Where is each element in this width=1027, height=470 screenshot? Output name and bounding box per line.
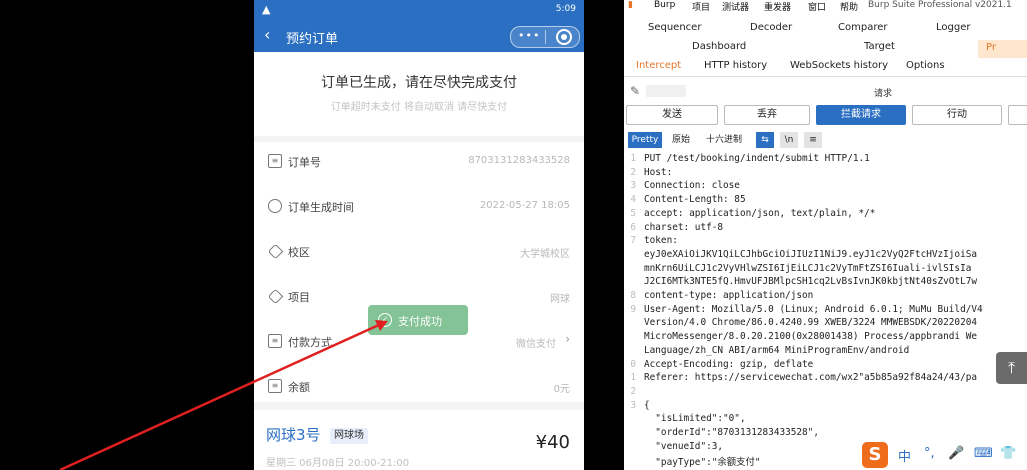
scroll-to-top-icon[interactable]: ⤒ (996, 352, 1027, 384)
line-text: "isLimited":"0", (644, 413, 746, 425)
line-text: Accept-Encoding: gzip, deflate (644, 358, 814, 370)
pretty-view-button[interactable]: Pretty (628, 132, 662, 148)
tab-proxy[interactable]: Pr (978, 40, 1027, 58)
request-line: 0 Accept-Encoding: gzip, deflate (624, 359, 1027, 373)
request-line: "orderId":"8703131283433528", (624, 427, 1027, 441)
pencil-icon[interactable]: ✎ (630, 84, 640, 98)
tab-decoder[interactable]: Decoder (750, 22, 792, 33)
more-options-button[interactable] (1008, 105, 1027, 125)
request-line: 6 charset: utf-8 (624, 222, 1027, 236)
line-text: Host: (644, 166, 678, 178)
request-line: mnKrn6UiLCJ1c2VyVHlwZSI6IjEiLCJ1c2VyTmFt… (624, 263, 1027, 277)
forward-button[interactable]: 发送 (626, 105, 718, 125)
request-line: 3{ (624, 400, 1027, 414)
request-line: 4 Content-Length: 85 (624, 194, 1027, 208)
line-text: eyJ0eXAiOiJKV1QiLCJhbGciOiJIUzI1NiJ9.eyJ… (644, 248, 978, 260)
line-text: "payType":"余额支付" (644, 457, 761, 469)
message-view-toolbar: Pretty 原始 十六进制 ⇆ \n ≡ (628, 132, 1027, 150)
drop-button[interactable]: 丢弃 (724, 105, 810, 125)
request-line: "isLimited":"0", (624, 413, 1027, 427)
line-text: "orderId":"8703131283433528", (644, 427, 819, 438)
line-number: 3 (630, 399, 636, 411)
line-text: "venueId":3, (644, 440, 724, 452)
request-line: J2CI6MTk3NTE5fQ.HmvUFJBMlpcSH1cq2LvBsIvn… (624, 276, 1027, 290)
line-text: token: (644, 235, 678, 247)
line-text: Content-Length: 85 (644, 194, 746, 206)
request-line: Version/4.0 Chrome/86.0.4240.99 XWEB/322… (624, 317, 1027, 331)
line-text: charset: utf-8 (644, 221, 724, 233)
request-line: eyJ0eXAiOiJKV1QiLCJhbGciOiJIUzI1NiJ9.eyJ… (624, 249, 1027, 263)
request-label: 请求 (874, 89, 893, 99)
line-text: PUT /test/booking/indent/submit HTTP/1.1 (644, 153, 870, 164)
menu-icon[interactable]: ≡ (804, 132, 822, 148)
sogou-logo-icon[interactable]: S (862, 442, 888, 468)
request-line: MicroMessenger/8.0.20.2100(0x28001438) P… (624, 331, 1027, 345)
line-number: 2 (630, 166, 636, 178)
request-editor[interactable]: 1 PUT /test/booking/indent/submit HTTP/1.… (624, 153, 1027, 470)
render-icon[interactable]: ⇆ (756, 132, 774, 148)
line-text: { (644, 399, 650, 411)
line-text: Version/4.0 Chrome/86.0.4240.99 XWEB/322… (644, 317, 978, 329)
line-number: 7 (630, 235, 636, 247)
burp-tool-tabs: Sequencer Decoder Comparer Logger Dashbo… (624, 0, 1027, 60)
line-number: 0 (630, 358, 636, 370)
line-text: accept: application/json, text/plain, */… (644, 207, 876, 219)
request-line: 5 accept: application/json, text/plain, *… (624, 208, 1027, 222)
line-number: 3 (630, 180, 636, 192)
line-number: 6 (630, 221, 636, 233)
request-line: 2 Host: (624, 167, 1027, 181)
line-text: User-Agent: Mozilla/5.0 (Linux; Android … (644, 303, 983, 315)
line-text: Referer: https://servicewechat.com/wx2"a… (644, 372, 978, 384)
tab-comparer[interactable]: Comparer (838, 22, 887, 33)
request-info-row: ✎ 请求 (624, 82, 1027, 102)
request-line: Language/zh_CN ABI/arm64 MiniProgramEnv/… (624, 345, 1027, 359)
intercept-buttons: 发送 丢弃 拦截请求 行动 (624, 105, 1027, 125)
line-number: 5 (630, 207, 636, 219)
request-line: 1 PUT /test/booking/indent/submit HTTP/1.… (624, 153, 1027, 167)
line-number: 4 (630, 194, 636, 206)
request-line: 2 (624, 386, 1027, 400)
skin-icon[interactable]: 👕 (1000, 446, 1016, 461)
punctuation-icon[interactable]: °, (924, 446, 935, 461)
line-text: MicroMessenger/8.0.20.2100(0x28001438) P… (644, 331, 978, 343)
request-line: 8 content-type: application/json (624, 290, 1027, 304)
raw-view-button[interactable]: 原始 (668, 132, 694, 148)
action-button[interactable]: 行动 (912, 105, 1002, 125)
line-text: mnKrn6UiLCJ1c2VyVHlwZSI6IjEiLCJ1c2VyTmFt… (644, 262, 972, 274)
newline-icon[interactable]: \n (780, 132, 798, 148)
line-text: J2CI6MTk3NTE5fQ.HmvUFJBMlpcSH1cq2LvBsIvn… (644, 276, 978, 288)
request-line: 7 token: (624, 235, 1027, 249)
line-number: 9 (630, 303, 636, 315)
request-line: 1 Referer: https://servicewechat.com/wx2"… (624, 372, 1027, 386)
line-number: 1 (630, 372, 636, 384)
request-target-field (646, 85, 686, 97)
language-toggle[interactable]: 中 (898, 446, 911, 465)
tab-logger[interactable]: Logger (936, 22, 970, 33)
line-number: 1 (630, 153, 636, 164)
intercept-toggle-button[interactable]: 拦截请求 (816, 105, 906, 125)
request-line: 3 Connection: close (624, 180, 1027, 194)
request-line: 9 User-Agent: Mozilla/5.0 (Linux; Android… (624, 304, 1027, 318)
proxy-subtabs: Intercept HTTP history WebSockets histor… (624, 58, 1027, 77)
tab-options[interactable]: Options (906, 60, 945, 71)
line-text: content-type: application/json (644, 290, 814, 301)
ime-toolbar: S 中 °, 🎤 ⌨ 👕 (856, 440, 1027, 470)
line-number: 2 (630, 385, 636, 397)
line-number: 8 (630, 290, 636, 301)
tab-dashboard[interactable]: Dashboard (692, 41, 746, 52)
microphone-icon[interactable]: 🎤 (948, 446, 964, 461)
tab-sequencer[interactable]: Sequencer (648, 22, 701, 33)
line-text: Connection: close (644, 180, 740, 192)
tab-intercept[interactable]: Intercept (636, 60, 681, 71)
burp-suite-window: ▮ Burp 项目 测试器 重发器 窗口 帮助 Burp Suite Profe… (624, 0, 1027, 470)
tab-websockets-history[interactable]: WebSockets history (790, 60, 888, 71)
tab-target[interactable]: Target (864, 41, 895, 52)
keyboard-icon[interactable]: ⌨ (974, 446, 993, 461)
tab-http-history[interactable]: HTTP history (704, 60, 767, 71)
line-text: Language/zh_CN ABI/arm64 MiniProgramEnv/… (644, 344, 910, 356)
hex-view-button[interactable]: 十六进制 (700, 132, 748, 148)
